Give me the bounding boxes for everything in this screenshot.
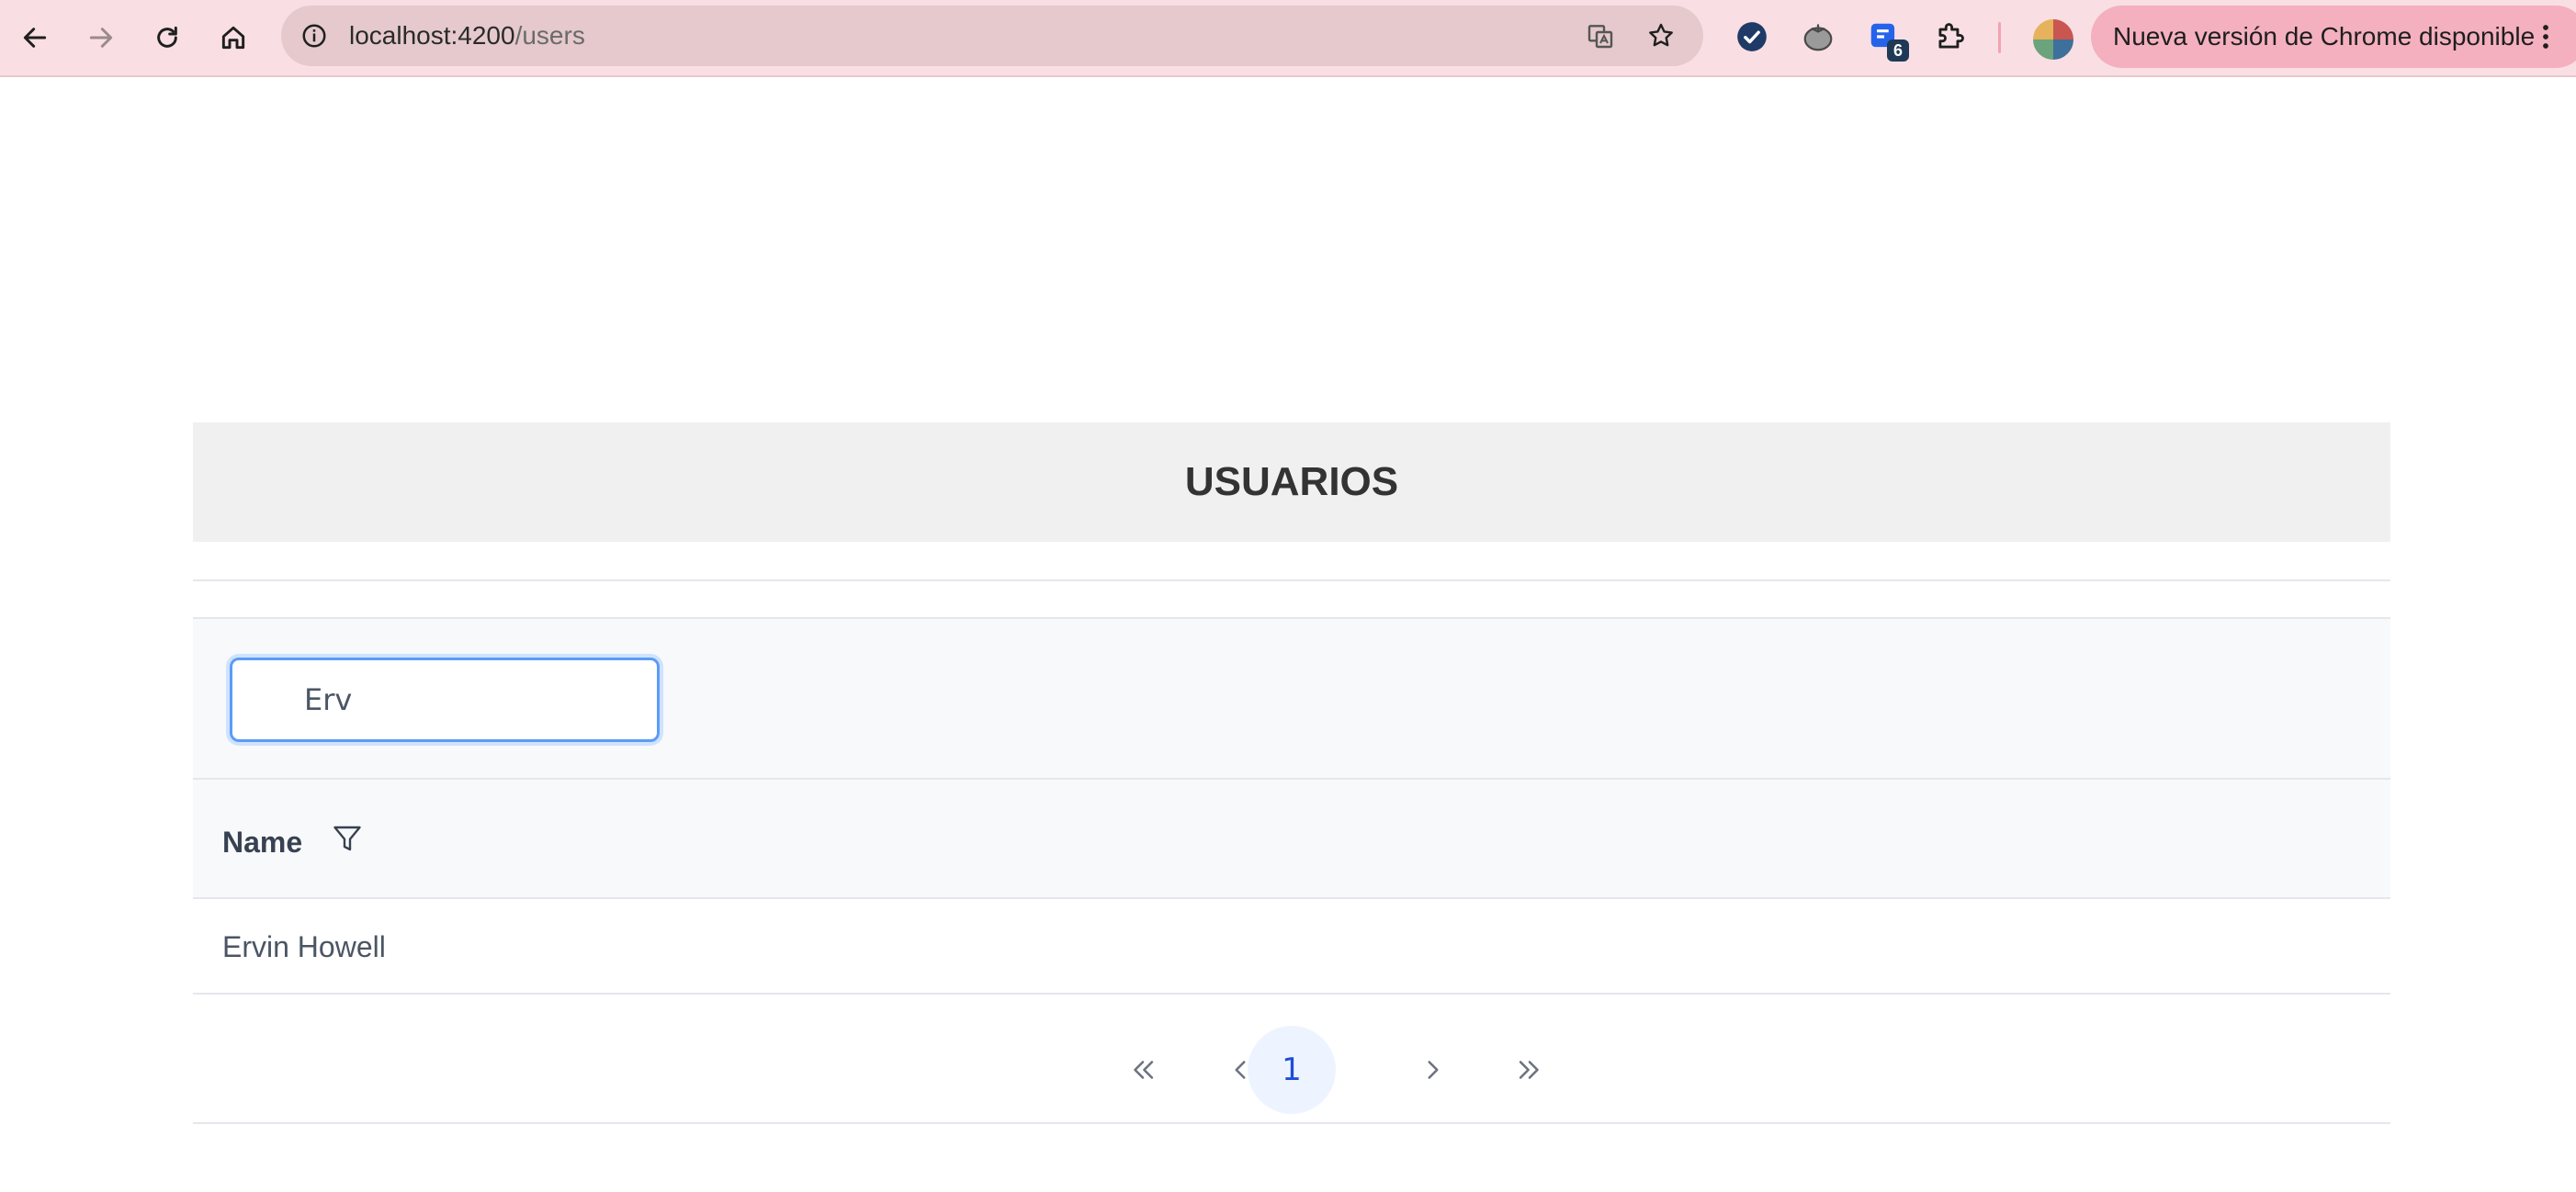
table-caption [193,617,2390,780]
profile-avatar[interactable] [2030,17,2076,62]
table-header-row: Name [193,780,2390,899]
page-title: USUARIOS [1184,459,1399,504]
filter-funnel-icon[interactable] [327,818,367,859]
extension-badge-icon[interactable]: 6 [1861,14,1909,62]
url-host: localhost:4200 [349,21,515,50]
reload-button[interactable] [141,12,193,63]
extension-badge-count: 6 [1887,39,1909,62]
last-page-button[interactable] [1486,1026,1574,1114]
reload-icon [157,26,177,48]
home-icon [221,26,245,50]
back-icon [23,28,47,48]
page-button-1[interactable]: 1 [1248,1026,1336,1114]
chevron-right-icon [1428,1061,1439,1079]
extensions-puzzle-icon[interactable] [1927,14,1973,60]
column-header-name[interactable]: Name [222,780,302,899]
search-field[interactable] [230,658,660,742]
browser-toolbar: localhost:4200/users 6 Nueva versión de … [0,0,2576,77]
toolbar-divider [1998,22,2001,53]
double-chevron-right-icon [1519,1061,1539,1079]
next-page-button[interactable] [1389,1026,1477,1114]
translate-icon[interactable] [1582,17,1619,54]
address-bar[interactable]: localhost:4200/users [281,6,1703,66]
cell-name: Ervin Howell [222,930,386,963]
double-chevron-left-icon [1134,1061,1154,1079]
extension-tomato-icon[interactable] [1795,14,1841,60]
section-divider [193,579,2390,581]
forward-icon [89,28,113,48]
bookmark-star-icon[interactable] [1643,17,1679,54]
update-label: Nueva versión de Chrome disponible [2113,22,2536,51]
url-path: /users [514,21,585,50]
home-button[interactable] [208,12,259,63]
users-table: Name Ervin Howell 1 [193,617,2390,1126]
first-page-button[interactable] [1099,1026,1187,1114]
paginator: 1 [193,995,2390,1124]
table-row[interactable]: Ervin Howell [193,899,2390,995]
users-header: USUARIOS [193,422,2390,542]
back-button[interactable] [9,12,61,63]
chrome-update-button[interactable]: Nueva versión de Chrome disponible [2091,6,2576,68]
forward-button[interactable] [75,12,127,63]
menu-kebab-icon[interactable] [2532,15,2559,59]
search-input[interactable] [304,660,635,739]
url-text[interactable]: localhost:4200/users [349,6,585,66]
site-info-icon[interactable] [296,17,333,54]
extension-check-icon[interactable] [1729,14,1775,60]
